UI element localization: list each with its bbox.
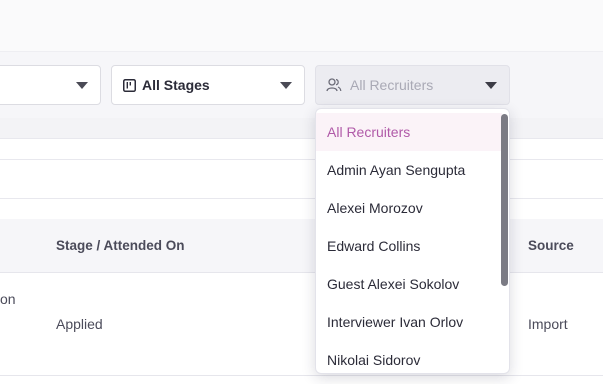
top-band	[0, 0, 603, 52]
stages-select-label: All Stages	[142, 77, 210, 93]
chevron-down-icon	[485, 82, 497, 89]
chevron-down-icon	[76, 82, 88, 89]
filter-bar: All Stages All Recruiters	[0, 52, 603, 118]
dropdown-option[interactable]: Admin Ayan Sengupta	[316, 151, 502, 189]
recruiters-select-placeholder: All Recruiters	[350, 77, 434, 93]
divider	[0, 198, 603, 199]
scrollbar-thumb[interactable]	[501, 114, 508, 286]
dropdown-option[interactable]: Nikolai Sidorov	[316, 341, 502, 373]
dropdown-option[interactable]: Guest Alexei Sokolov	[316, 265, 502, 303]
filter-select[interactable]	[0, 65, 101, 105]
dropdown-option[interactable]: Interviewer Ivan Orlov	[316, 303, 502, 341]
dropdown-option[interactable]: Edward Collins	[316, 227, 502, 265]
dropdown-option-all-recruiters[interactable]: All Recruiters	[316, 113, 502, 151]
table-row[interactable]: on Applied Import	[0, 273, 603, 376]
recruiters-dropdown-menu: All Recruiters Admin Ayan Sengupta Alexe…	[315, 108, 510, 374]
stages-select[interactable]: All Stages	[111, 65, 305, 105]
stage-cell: Applied	[56, 316, 103, 332]
dropdown-option[interactable]: Alexei Morozov	[316, 189, 502, 227]
kanban-icon	[123, 78, 136, 92]
candidate-name-fragment: on	[0, 291, 16, 307]
divider	[0, 159, 603, 160]
chevron-down-icon	[280, 82, 292, 89]
users-icon	[326, 78, 342, 92]
table-toolbar-strip	[0, 118, 603, 139]
column-header-stage[interactable]: Stage / Attended On	[56, 238, 185, 253]
column-header-source[interactable]: Source	[528, 238, 574, 253]
table-header: Stage / Attended On Source	[0, 219, 603, 273]
source-cell: Import	[528, 316, 568, 332]
dropdown-scrollbar[interactable]	[501, 112, 508, 370]
recruiters-select[interactable]: All Recruiters	[315, 65, 510, 105]
